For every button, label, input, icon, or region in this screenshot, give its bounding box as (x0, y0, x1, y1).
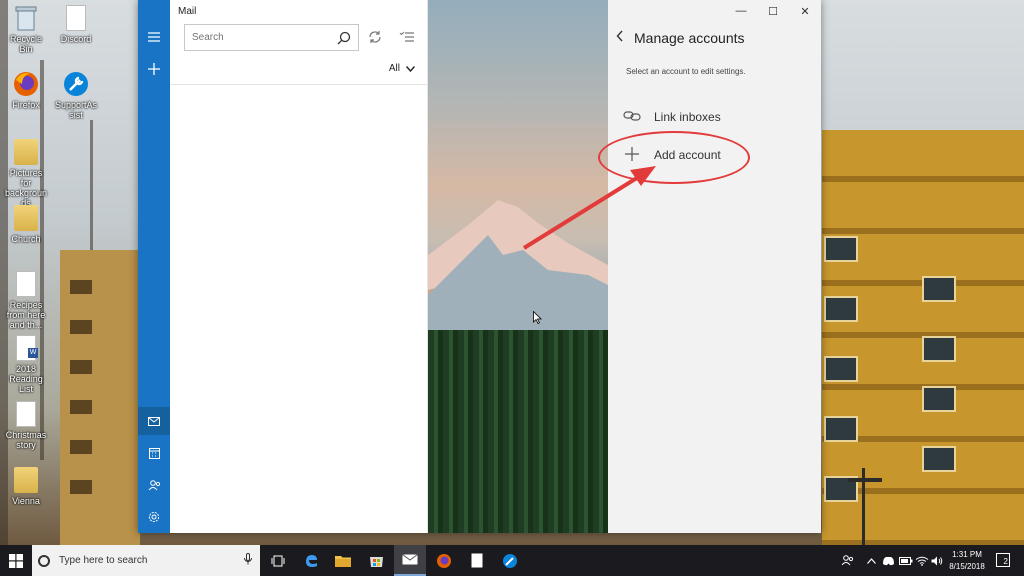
word-document-icon: W (12, 334, 40, 362)
annotation-ellipse (598, 131, 750, 184)
notification-count: 2 (1003, 557, 1008, 566)
calendar-icon[interactable] (138, 439, 170, 467)
people-tray-icon[interactable] (838, 545, 856, 576)
discord-tray-icon[interactable] (880, 545, 896, 576)
app-title: Mail (178, 6, 197, 17)
edge-icon[interactable] (295, 545, 327, 576)
minimize-button[interactable]: — (725, 0, 757, 22)
taskbar-clock[interactable]: 1:31 PM 8/15/2018 (942, 549, 992, 573)
clock-time: 1:31 PM (952, 550, 982, 559)
notepad-icon[interactable] (461, 545, 493, 576)
people-icon[interactable] (138, 471, 170, 499)
folder-icon (12, 138, 40, 166)
link-inboxes-label: Link inboxes (654, 110, 721, 124)
building-right (822, 130, 1024, 545)
show-hidden-icons-chevron-icon[interactable] (864, 545, 878, 576)
mail-window: Mail All — ☐ ✕ (138, 0, 821, 533)
desktop-icon-reading-list[interactable]: W 2018 Reading List (4, 334, 48, 394)
folder-icon (12, 204, 40, 232)
desktop-icon-church-folder[interactable]: Church (4, 204, 48, 244)
file-explorer-icon[interactable] (327, 545, 359, 576)
filter-label: All (388, 63, 400, 74)
clock-date: 8/15/2018 (949, 562, 985, 571)
folder-icon (12, 466, 40, 494)
close-button[interactable]: ✕ (789, 0, 821, 22)
list-divider (170, 84, 427, 85)
document-icon (12, 400, 40, 428)
taskbar: Type here to search 1:31 PM 8/15/2018 2 (0, 545, 1024, 576)
chevron-down-icon (406, 65, 415, 72)
desktop-icon-recipes[interactable]: Recipes from here and th... (4, 270, 48, 330)
desktop-icon-vienna-folder[interactable]: Vienna (4, 466, 48, 506)
maximize-button[interactable]: ☐ (757, 0, 789, 22)
taskbar-search[interactable]: Type here to search (32, 545, 260, 576)
microphone-icon[interactable] (244, 553, 252, 568)
taskbar-search-placeholder: Type here to search (59, 555, 148, 566)
reading-pane-background (428, 0, 608, 533)
action-center-icon[interactable]: 2 (996, 553, 1010, 567)
windows-logo-icon (9, 553, 23, 568)
battery-icon[interactable] (898, 545, 914, 576)
nav-rail (138, 0, 170, 533)
desktop-icon-pictures-folder[interactable]: Pictures for backgrounds (4, 138, 48, 208)
mail-icon[interactable] (138, 407, 170, 435)
mail-taskbar-icon[interactable] (394, 545, 426, 576)
back-arrow-icon[interactable] (616, 30, 624, 45)
mountain-image (428, 200, 608, 335)
message-list-pane: Mail All (170, 0, 428, 533)
building-left (60, 250, 140, 545)
filter-dropdown[interactable]: All (389, 63, 415, 74)
support-assist-icon (62, 70, 90, 98)
sync-icon[interactable] (366, 28, 384, 46)
desktop-icon-supportassist[interactable]: SupportAssist (54, 70, 98, 120)
street-lamp-arm (848, 478, 882, 482)
link-inboxes-item[interactable]: Link inboxes (622, 103, 721, 131)
desktop-icon-discord[interactable]: Discord (54, 4, 98, 44)
file-icon (62, 4, 90, 32)
task-view-icon[interactable] (262, 545, 294, 576)
link-icon (622, 109, 642, 125)
desktop-icon-firefox[interactable]: Firefox (4, 70, 48, 110)
document-icon (12, 270, 40, 298)
search-box[interactable] (184, 24, 359, 51)
settings-gear-icon[interactable] (138, 503, 170, 531)
selection-mode-icon[interactable] (398, 28, 416, 46)
pane-title: Manage accounts (634, 30, 745, 46)
new-mail-plus-icon[interactable] (138, 55, 170, 83)
store-icon[interactable] (360, 545, 392, 576)
recycle-bin-icon (12, 4, 40, 32)
window-controls: — ☐ ✕ (725, 0, 821, 22)
supportassist-taskbar-icon[interactable] (494, 545, 526, 576)
desktop-icon-recycle-bin[interactable]: Recycle Bin (4, 4, 48, 54)
firefox-icon (12, 70, 40, 98)
search-icon[interactable] (336, 30, 352, 46)
forest-image (428, 330, 608, 533)
firefox-taskbar-icon[interactable] (428, 545, 460, 576)
hamburger-menu-icon[interactable] (138, 23, 170, 51)
wifi-icon[interactable] (914, 545, 930, 576)
manage-accounts-pane: — ☐ ✕ Manage accounts Select an account … (608, 0, 821, 533)
cortana-icon (38, 554, 50, 567)
start-button[interactable] (0, 545, 32, 576)
mouse-cursor-icon (533, 311, 542, 324)
search-input[interactable] (185, 25, 330, 50)
pane-hint: Select an account to edit settings. (626, 67, 746, 76)
desktop-icon-christmas-story[interactable]: Christmas story (4, 400, 48, 450)
